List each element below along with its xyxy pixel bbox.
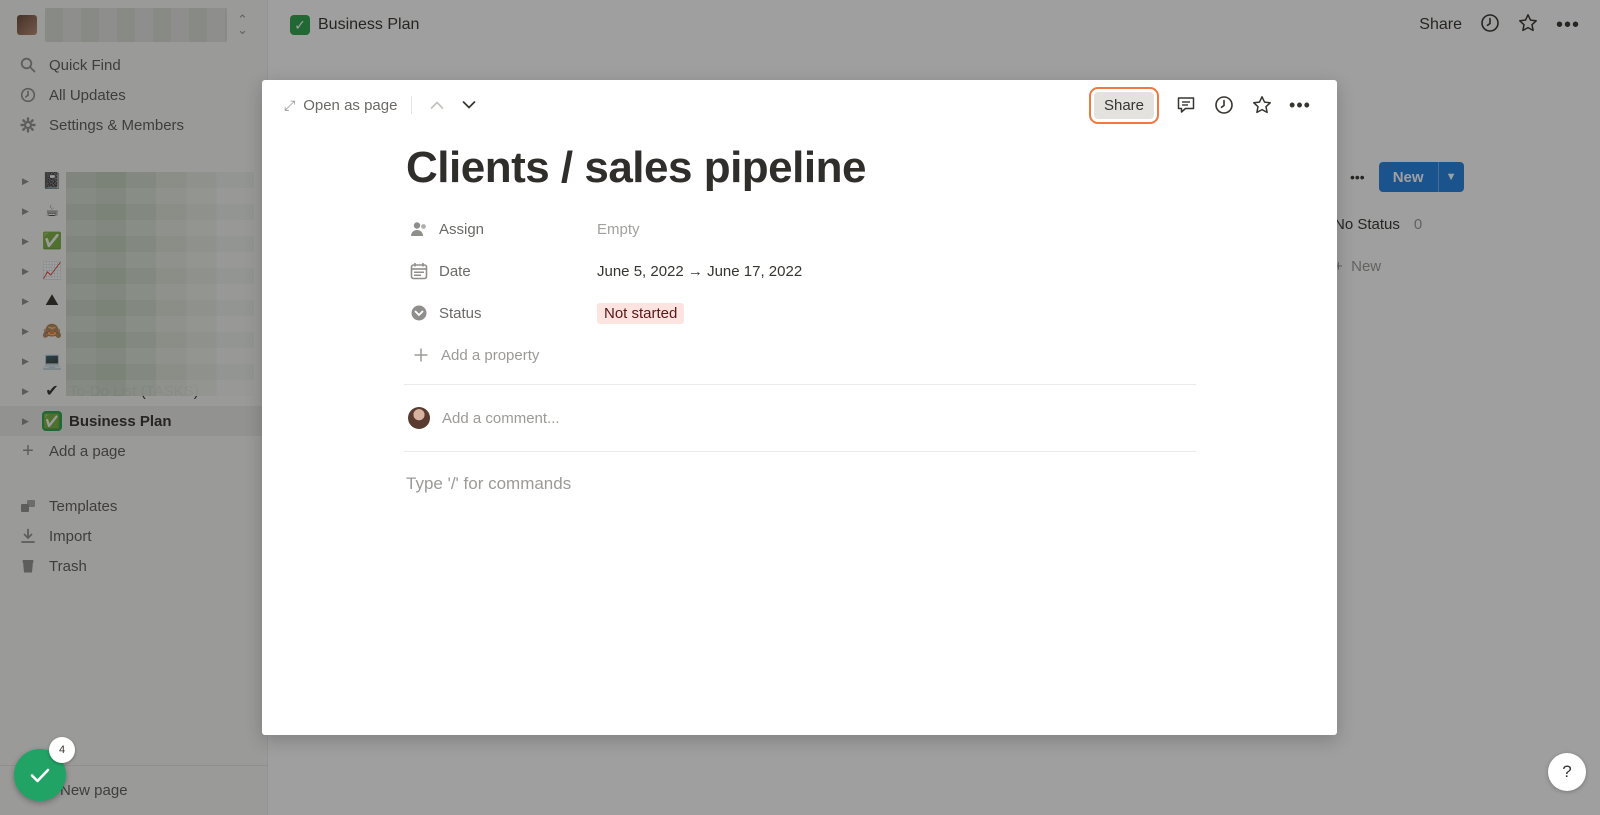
property-name: Status xyxy=(439,304,482,322)
status-dropdown-icon xyxy=(408,304,430,322)
comment-icon[interactable] xyxy=(1167,95,1205,115)
calendar-icon xyxy=(408,262,430,280)
chevron-up-icon[interactable] xyxy=(426,97,448,113)
property-name: Date xyxy=(439,262,471,280)
page-body-editor[interactable]: Type '/' for commands xyxy=(406,474,1206,494)
more-options-icon[interactable]: ••• xyxy=(1281,95,1319,116)
help-button[interactable]: ? xyxy=(1548,753,1586,791)
modal-body: Clients / sales pipeline Assign Empty Da… xyxy=(404,138,1206,494)
property-value[interactable]: Empty xyxy=(597,221,640,238)
property-status[interactable]: Status Not started xyxy=(406,292,1206,334)
open-as-page-button[interactable]: ⤢ Open as page xyxy=(284,97,397,114)
avatar xyxy=(408,407,430,429)
property-date[interactable]: Date June 5, 2022 → June 17, 2022 xyxy=(406,250,1206,292)
property-value[interactable]: June 5, 2022 → June 17, 2022 xyxy=(597,263,802,280)
modal-actions: Share ••• xyxy=(1088,80,1319,130)
notification-badge: 4 xyxy=(49,737,75,763)
person-icon xyxy=(408,220,430,238)
plus-icon xyxy=(410,347,432,363)
page-title[interactable]: Clients / sales pipeline xyxy=(406,138,1206,198)
divider xyxy=(404,451,1196,452)
open-as-page-label: Open as page xyxy=(303,96,398,114)
add-property-button[interactable]: Add a property xyxy=(406,334,1206,376)
status-badge[interactable]: Not started xyxy=(597,302,685,324)
share-highlight: Share xyxy=(1088,86,1159,124)
history-clock-icon[interactable] xyxy=(1205,95,1243,115)
share-button[interactable]: Share xyxy=(1093,91,1154,119)
comment-input[interactable]: Add a comment... xyxy=(406,385,1206,451)
page-peek-modal: ⤢ Open as page Share ••• Clients / sales… xyxy=(262,80,1337,735)
expand-arrows-icon: ⤢ xyxy=(284,96,296,113)
property-assign[interactable]: Assign Empty xyxy=(406,208,1206,250)
add-property-label: Add a property xyxy=(441,346,540,364)
favorite-star-icon[interactable] xyxy=(1243,95,1281,115)
property-name: Assign xyxy=(439,220,485,238)
check-icon xyxy=(30,768,50,783)
comment-placeholder: Add a comment... xyxy=(442,409,560,427)
modal-header: ⤢ Open as page Share ••• xyxy=(262,80,1337,130)
divider xyxy=(411,96,413,114)
app-root: ⌃ ⌄ Quick Find All Updates Settings & Mem… xyxy=(0,0,1600,815)
chevron-down-icon[interactable] xyxy=(458,97,480,113)
